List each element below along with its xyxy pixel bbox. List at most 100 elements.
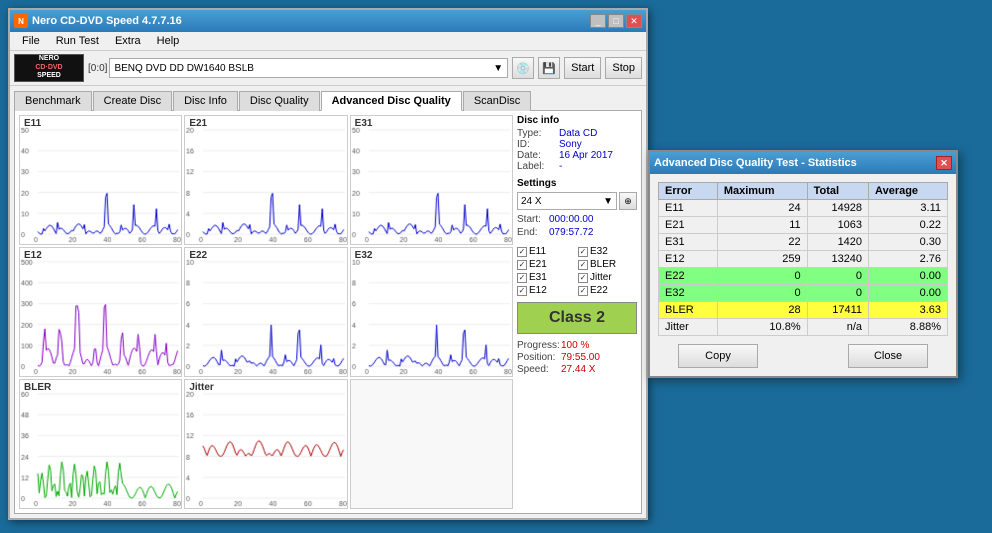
cb-e11-label: E11 [529, 246, 546, 257]
stats-cell-error: E12 [659, 251, 718, 268]
cb-bler-box[interactable] [578, 260, 588, 270]
end-label: End: [517, 227, 545, 238]
stats-dialog: Advanced Disc Quality Test - Statistics … [648, 150, 958, 378]
cb-e12[interactable]: E12 [517, 285, 576, 296]
stats-cell-total: 1063 [807, 217, 868, 234]
prog-speed-label: Speed: [517, 364, 557, 375]
progress-section: Progress: 100 % Position: 79:55.00 Speed… [517, 340, 637, 376]
stats-cell-avg: 0.22 [869, 217, 948, 234]
checkboxes: E11 E32 E21 BLER E31 [517, 246, 637, 296]
right-panel: Disc info Type: Data CD ID: Sony Date: 1… [517, 115, 637, 509]
start-button[interactable]: Start [564, 57, 601, 79]
copy-button[interactable]: Copy [678, 344, 758, 368]
stats-table: Error Maximum Total Average E11 24 14928… [658, 182, 948, 336]
stats-cell-avg: 0.00 [869, 268, 948, 285]
cb-e31[interactable]: E31 [517, 272, 576, 283]
stats-cell-avg: 0.00 [869, 285, 948, 302]
close-button[interactable]: Close [848, 344, 928, 368]
maximize-button[interactable]: □ [608, 14, 624, 28]
disc-icon-button[interactable]: 💿 [512, 57, 534, 79]
drive-label: [0:0] [88, 63, 107, 74]
prog-position-val: 79:55.00 [561, 352, 600, 363]
cb-jitter[interactable]: Jitter [578, 272, 637, 283]
chart-e32: E32 [350, 247, 513, 377]
cb-e22[interactable]: E22 [578, 285, 637, 296]
speed-combo[interactable]: 24 X ▼ [517, 192, 617, 210]
stats-cell-avg: 0.30 [869, 234, 948, 251]
menu-file[interactable]: File [14, 34, 48, 48]
stats-cell-error: E21 [659, 217, 718, 234]
chart-e21-label: E21 [189, 118, 207, 129]
cb-e32[interactable]: E32 [578, 246, 637, 257]
settings-section: Settings 24 X ▼ ⊕ Start: 000:00.00 End: … [517, 178, 637, 240]
close-button[interactable]: ✕ [626, 14, 642, 28]
cb-e31-box[interactable] [517, 273, 527, 283]
menu-help[interactable]: Help [149, 34, 188, 48]
save-icon-button[interactable]: 💾 [538, 57, 560, 79]
stats-cell-avg: 3.11 [869, 200, 948, 217]
stats-content: Error Maximum Total Average E11 24 14928… [650, 174, 956, 376]
disc-info-label-val: - [559, 161, 562, 172]
chart-jitter-label: Jitter [189, 382, 213, 393]
drive-combo[interactable]: BENQ DVD DD DW1640 BSLB ▼ [109, 58, 508, 78]
chart-e12: E12 [19, 247, 182, 377]
class-badge: Class 2 [517, 302, 637, 334]
stats-title-bar: Advanced Disc Quality Test - Statistics … [650, 152, 956, 174]
cb-e12-box[interactable] [517, 286, 527, 296]
stats-row-e32: E32 0 0 0.00 [659, 285, 948, 302]
stats-row-e21: E21 11 1063 0.22 [659, 217, 948, 234]
disc-info-date-row: Date: 16 Apr 2017 [517, 150, 637, 161]
menu-bar: File Run Test Extra Help [10, 32, 646, 51]
stats-cell-error: Jitter [659, 319, 718, 336]
tab-advanced-disc-quality[interactable]: Advanced Disc Quality [321, 91, 462, 111]
stats-cell-max: 0 [717, 285, 807, 302]
minimize-button[interactable]: _ [590, 14, 606, 28]
tab-disc-info[interactable]: Disc Info [173, 91, 238, 111]
stats-buttons: Copy Close [658, 344, 948, 368]
disc-info-label-key: Label: [517, 161, 557, 172]
chart-e11: E11 [19, 115, 182, 245]
disc-info-section: Disc info Type: Data CD ID: Sony Date: 1… [517, 115, 637, 172]
tab-benchmark[interactable]: Benchmark [14, 91, 92, 111]
cb-e11[interactable]: E11 [517, 246, 576, 257]
cb-e21-box[interactable] [517, 260, 527, 270]
cb-jitter-label: Jitter [590, 272, 612, 283]
tab-scandisc[interactable]: ScanDisc [463, 91, 531, 111]
disc-info-id-key: ID: [517, 139, 557, 150]
cb-e11-box[interactable] [517, 247, 527, 257]
menu-extra[interactable]: Extra [107, 34, 149, 48]
content-area: E11 E21 E31 E12 E22 E32 [14, 110, 642, 514]
menu-runtest[interactable]: Run Test [48, 34, 107, 48]
stats-cell-error: BLER [659, 302, 718, 319]
cb-bler-label: BLER [590, 259, 616, 270]
chart-jitter: Jitter [184, 379, 347, 509]
title-bar-buttons: _ □ ✕ [590, 14, 642, 28]
stats-cell-total: 1420 [807, 234, 868, 251]
disc-info-title: Disc info [517, 115, 637, 126]
prog-position-row: Position: 79:55.00 [517, 352, 637, 363]
title-bar-left: N Nero CD-DVD Speed 4.7.7.16 [14, 14, 182, 28]
stats-cell-total: 0 [807, 285, 868, 302]
app-icon: N [14, 14, 28, 28]
stop-button[interactable]: Stop [605, 57, 642, 79]
cb-e31-label: E31 [529, 272, 547, 283]
chart-e12-label: E12 [24, 250, 42, 261]
stats-col-average: Average [869, 183, 948, 200]
chart-e31: E31 [350, 115, 513, 245]
charts-grid: E11 E21 E31 E12 E22 E32 [19, 115, 513, 509]
cb-bler[interactable]: BLER [578, 259, 637, 270]
cb-e32-label: E32 [590, 246, 608, 257]
cb-e32-box[interactable] [578, 247, 588, 257]
cb-jitter-box[interactable] [578, 273, 588, 283]
tab-disc-quality[interactable]: Disc Quality [239, 91, 320, 111]
tab-create-disc[interactable]: Create Disc [93, 91, 172, 111]
end-time-row: End: 079:57.72 [517, 227, 637, 238]
speed-icon-button[interactable]: ⊕ [619, 192, 637, 210]
prog-position-label: Position: [517, 352, 557, 363]
stats-cell-max: 22 [717, 234, 807, 251]
cb-e22-box[interactable] [578, 286, 588, 296]
cb-e21[interactable]: E21 [517, 259, 576, 270]
stats-cell-avg: 8.88% [869, 319, 948, 336]
stats-close-icon[interactable]: ✕ [936, 156, 952, 170]
stats-cell-total: n/a [807, 319, 868, 336]
